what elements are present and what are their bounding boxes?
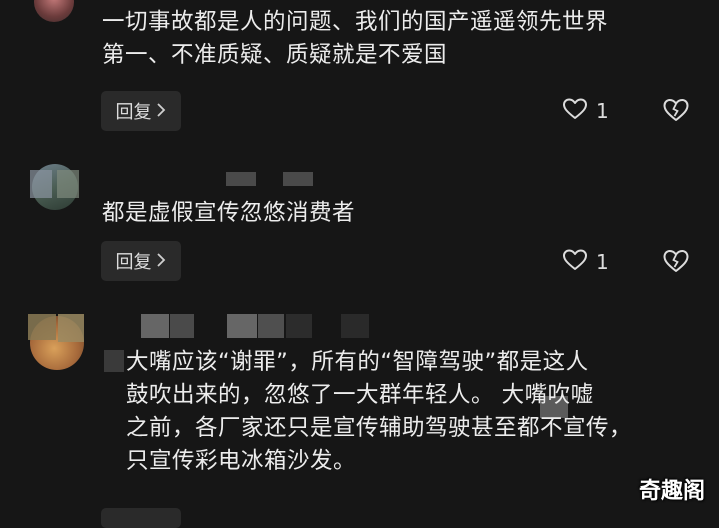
chevron-right-icon (155, 251, 167, 272)
blurred-username (170, 314, 194, 338)
broken-heart-icon (662, 99, 690, 127)
blurred-username (58, 314, 84, 342)
blurred-username (283, 172, 313, 186)
comment-text: 一切事故都是人的问题、我们的国产遥遥领先世界 第一、不准质疑、质疑就是不爱国 (102, 9, 609, 68)
dislike-button[interactable] (662, 97, 690, 123)
like-button[interactable]: 1 (562, 247, 609, 277)
blurred-username (226, 172, 256, 186)
dislike-button[interactable] (662, 248, 690, 274)
reply-label: 回复 (115, 102, 152, 123)
blurred-username (28, 314, 56, 340)
heart-outline-icon (562, 248, 588, 277)
comment-text: 大嘴应该“谢罪”，所有的“智障驾驶”都是这人 鼓吹出来的，忽悠了一大群年轻人。 … (126, 349, 633, 474)
blurred-text-start (104, 350, 124, 372)
blurred-username (30, 170, 52, 198)
blurred-username (141, 314, 169, 338)
like-button[interactable]: 1 (562, 96, 609, 126)
broken-heart-icon (662, 250, 690, 278)
blurred-username (227, 314, 257, 338)
reply-button[interactable]: 回复 (101, 241, 181, 281)
blurred-username (57, 170, 79, 198)
reply-button[interactable] (101, 508, 181, 528)
heart-outline-icon (562, 97, 588, 126)
reply-button[interactable]: 回复 (101, 91, 181, 131)
blurred-username (258, 314, 284, 338)
blurred-username (341, 314, 369, 338)
watermark: 奇趣阁 (638, 479, 705, 504)
blurred-username (286, 314, 312, 338)
reply-label: 回复 (115, 252, 152, 273)
chevron-right-icon (155, 101, 167, 122)
like-count: 1 (596, 250, 609, 274)
avatar[interactable] (34, 0, 74, 22)
comment-text: 都是虚假宣传忽悠消费者 (102, 200, 356, 226)
like-count: 1 (596, 99, 609, 123)
